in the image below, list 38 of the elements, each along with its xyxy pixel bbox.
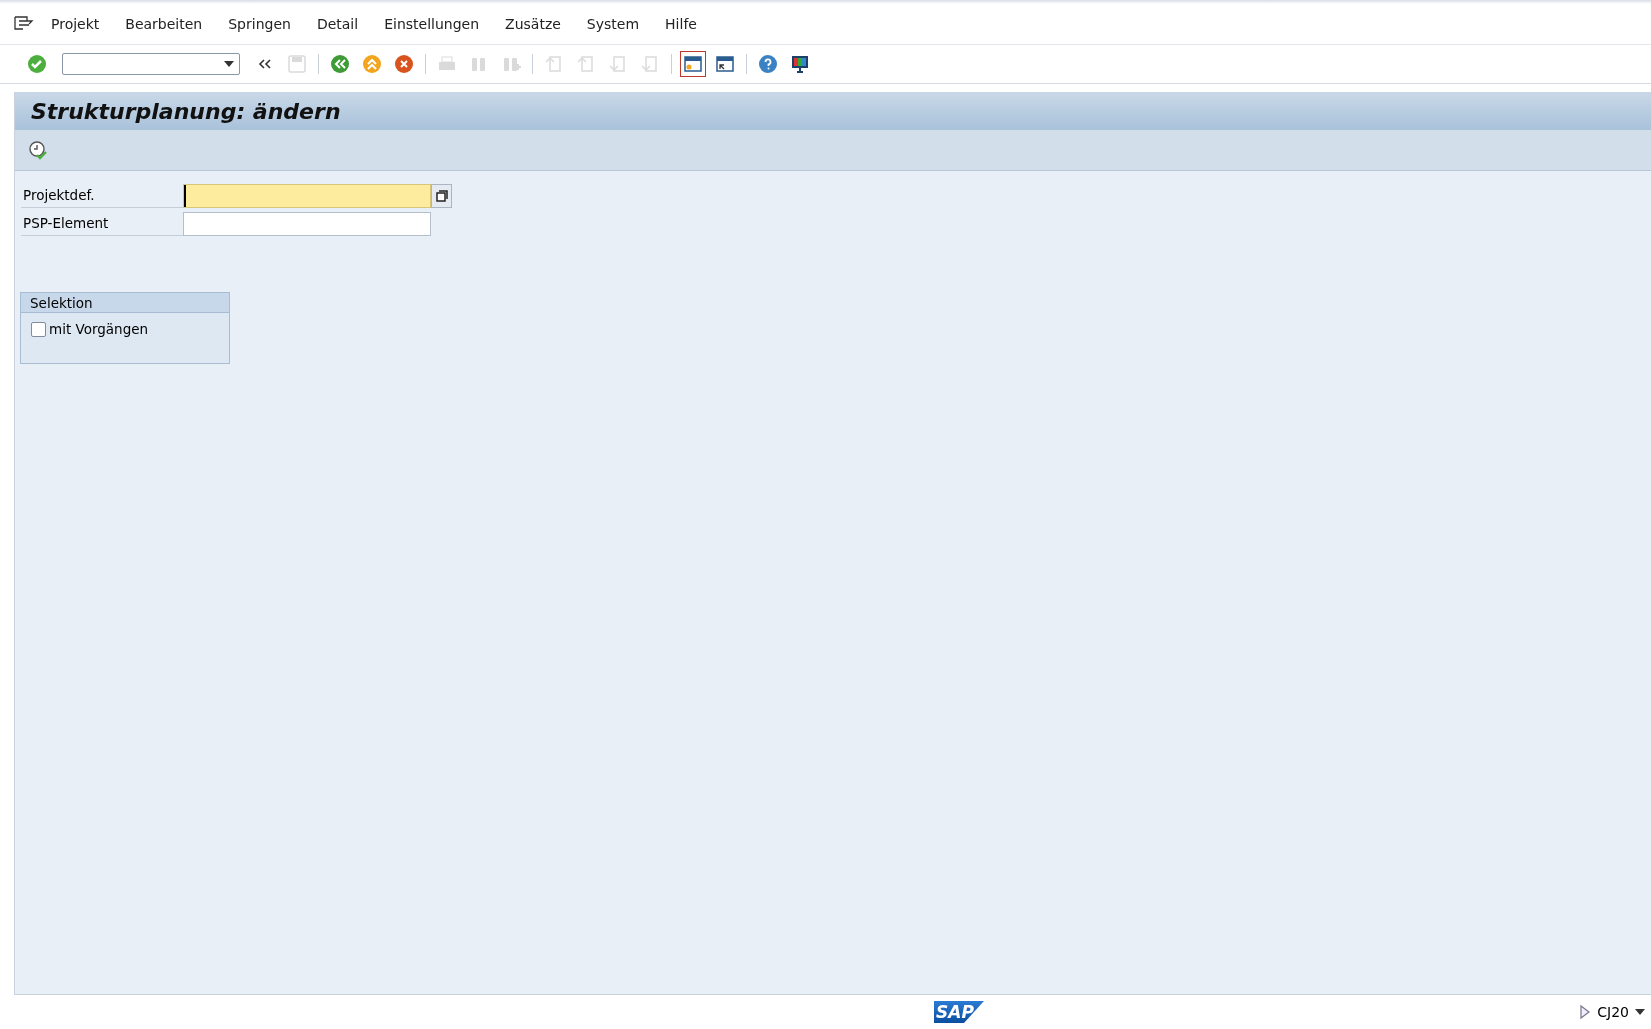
save-icon [287, 54, 307, 74]
menu-item[interactable]: Springen [215, 16, 304, 32]
back-icon [330, 54, 350, 74]
menu-item[interactable]: System [573, 16, 653, 32]
clock-check-icon [28, 140, 48, 160]
menu-item[interactable]: Bearbeiten [112, 16, 216, 32]
new-window-icon [683, 54, 703, 74]
page-arrow-icon [640, 54, 660, 74]
toolbar-button[interactable] [680, 51, 706, 77]
monitor-icon [790, 54, 810, 74]
page-arrow-icon [608, 54, 628, 74]
input-field[interactable] [183, 183, 431, 208]
input-field[interactable] [183, 211, 431, 236]
shortcut-window-icon [715, 54, 735, 74]
group-title: Selektion [21, 293, 229, 313]
dropdown-caret-icon[interactable] [1635, 1009, 1645, 1015]
play-icon[interactable] [1579, 1004, 1592, 1020]
copy-icon [435, 189, 448, 202]
value-help-button[interactable] [431, 183, 452, 208]
page-arrow-icon [576, 54, 596, 74]
menu-item[interactable]: Hilfe [652, 16, 710, 32]
help-icon [758, 54, 778, 74]
transaction-code: CJ20 [1597, 1004, 1629, 1020]
exit-icon [362, 54, 382, 74]
menu-item[interactable]: Zusätze [492, 16, 574, 32]
checkbox-label: mit Vorgängen [49, 321, 149, 337]
screen-title: Strukturplanung: ändern [15, 92, 1651, 130]
checkbox[interactable] [31, 321, 46, 337]
command-field[interactable] [62, 53, 240, 75]
cancel-icon [394, 54, 414, 74]
logo: SAP [934, 1001, 984, 1023]
checkmark-icon [27, 54, 47, 74]
menu-item[interactable]: Einstellungen [371, 16, 493, 32]
menu-item[interactable]: Detail [303, 16, 372, 32]
page-arrow-icon [544, 54, 564, 74]
menu-item[interactable]: Projekt [38, 16, 113, 32]
menu-icon[interactable] [14, 16, 34, 32]
dropdown-caret-icon [223, 60, 235, 68]
